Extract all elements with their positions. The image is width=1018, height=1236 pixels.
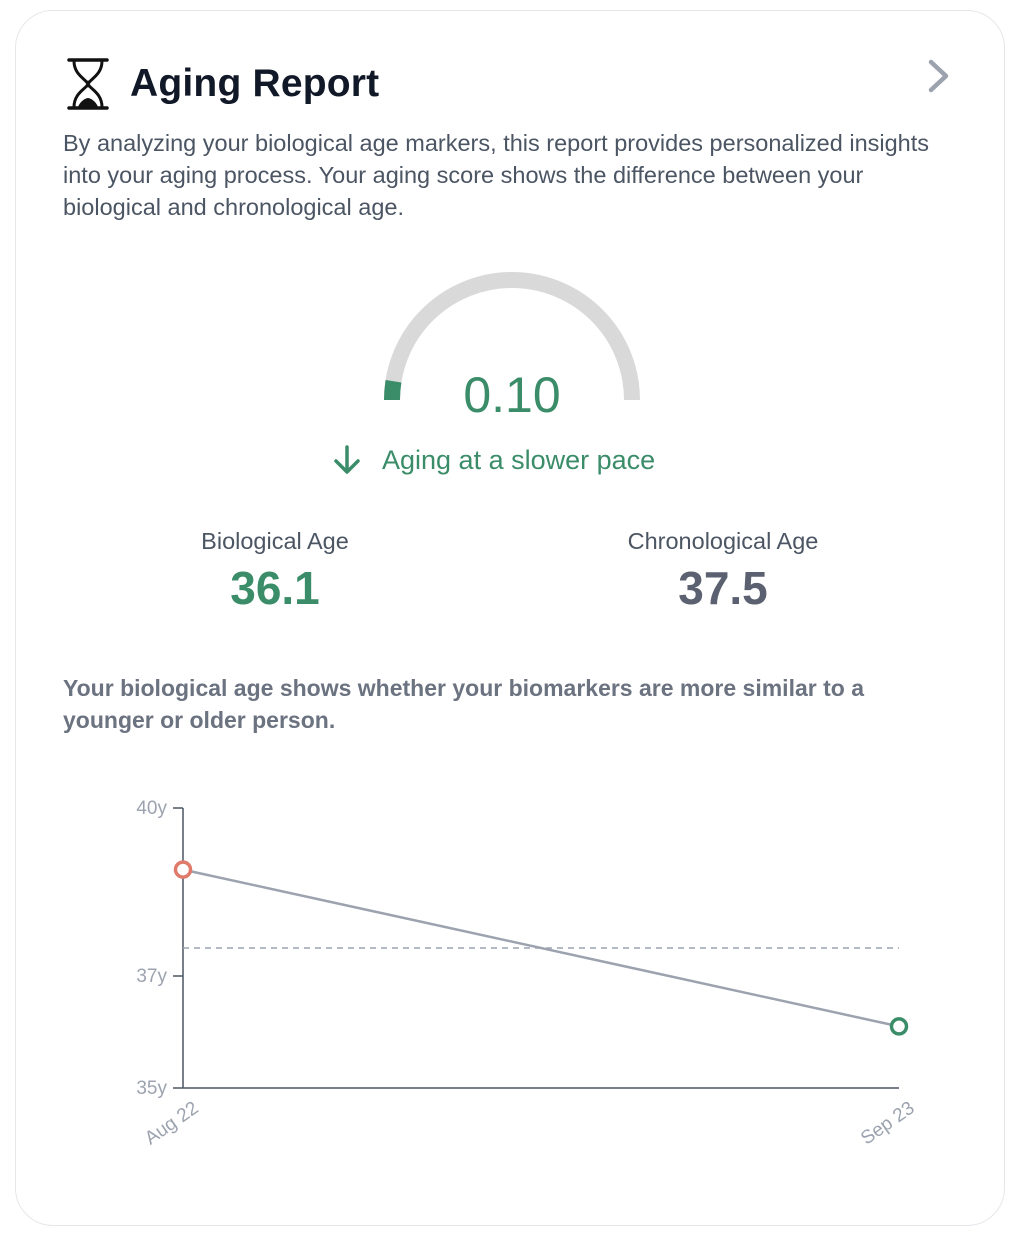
biological-age-note: Your biological age shows whether your b… — [63, 675, 864, 733]
data-point — [173, 860, 193, 879]
biological-age-chart: 40y 37y 35yAug 22 Sep 23 — [136, 798, 918, 1150]
x-tick-label: Sep 23 — [857, 1098, 918, 1150]
aging-score-value: 0.10 — [463, 367, 561, 423]
chronological-age-label: Chronological Age — [627, 528, 819, 554]
card-header: Aging Report — [66, 56, 379, 112]
chronological-age-stat: Chronological Age 37.5 — [583, 528, 863, 615]
biological-age-value: 36.1 — [230, 562, 320, 614]
pace-label: Aging at a slower pace — [382, 444, 656, 475]
chevron-right-icon[interactable] — [922, 56, 956, 96]
y-tick-label: 35y — [136, 1078, 167, 1099]
chronological-age-value: 37.5 — [678, 562, 768, 614]
x-tick-label: Aug 22 — [141, 1098, 202, 1150]
biological-age-stat: Biological Age 36.1 — [135, 528, 415, 615]
biological-age-label: Biological Age — [201, 528, 349, 554]
gauge-fill — [384, 379, 402, 401]
hourglass-icon — [67, 58, 109, 110]
page-title: Aging Report — [130, 62, 380, 105]
arrow-down-icon — [334, 445, 360, 474]
pace-indicator: Aging at a slower pace — [330, 440, 655, 480]
y-tick-label: 37y — [136, 966, 167, 987]
y-tick-label: 40y — [136, 798, 167, 819]
report-description: By analyzing your biological age markers… — [63, 130, 930, 220]
data-point — [889, 1017, 909, 1036]
